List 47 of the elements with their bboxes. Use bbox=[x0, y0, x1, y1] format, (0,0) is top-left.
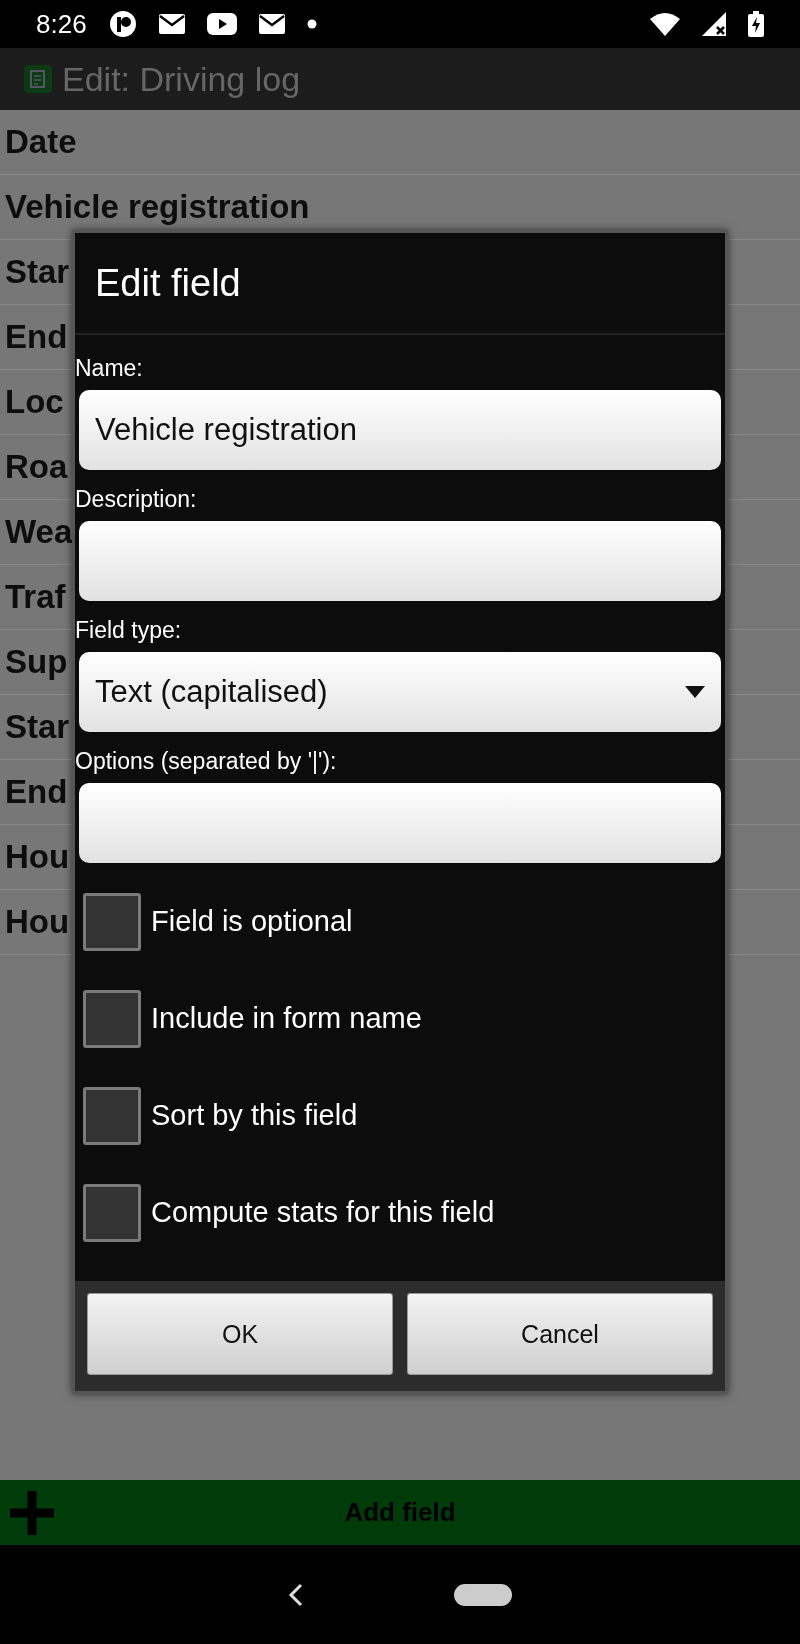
battery-icon bbox=[748, 11, 764, 37]
field-label: Options (separated by '|'): bbox=[75, 748, 338, 775]
dropdown[interactable]: Text (capitalised) bbox=[79, 652, 721, 732]
play-icon bbox=[206, 13, 237, 35]
notepad-icon bbox=[24, 65, 52, 93]
app-notification-icon bbox=[108, 10, 137, 38]
checkbox[interactable] bbox=[83, 989, 141, 1048]
signal-icon bbox=[702, 12, 726, 36]
clock: 8:26 bbox=[36, 8, 87, 40]
field-list-item[interactable]: Hou bbox=[5, 838, 70, 876]
field-list-item[interactable]: Loc bbox=[5, 383, 64, 421]
field-label: Description: bbox=[75, 486, 198, 513]
plus-icon bbox=[8, 1488, 56, 1537]
checkbox[interactable] bbox=[83, 892, 141, 951]
dialog-title: Edit field bbox=[95, 261, 241, 305]
checkbox[interactable] bbox=[83, 1183, 141, 1242]
dialog-button[interactable]: Cancel bbox=[407, 1293, 713, 1375]
mail-icon bbox=[158, 14, 185, 34]
field-label: Name: bbox=[75, 355, 144, 382]
screen-title: Edit: Driving log bbox=[62, 59, 301, 99]
field-list-item[interactable]: Vehicle registration bbox=[5, 188, 310, 226]
mail-icon bbox=[258, 14, 285, 34]
back-icon bbox=[288, 1582, 304, 1607]
field-list-item[interactable]: Star bbox=[5, 253, 70, 291]
dialog-button[interactable]: OK bbox=[87, 1293, 393, 1375]
text-input[interactable] bbox=[79, 521, 721, 601]
text-input[interactable]: Vehicle registration bbox=[79, 390, 721, 470]
field-list-item[interactable]: Traf bbox=[5, 578, 66, 616]
field-list-item[interactable]: Star bbox=[5, 708, 70, 746]
field-label: Field type: bbox=[75, 617, 183, 644]
checkbox-label: Sort by this field bbox=[151, 1099, 358, 1132]
home-pill-icon bbox=[454, 1583, 512, 1606]
checkbox-label: Include in form name bbox=[151, 1002, 422, 1035]
field-list-item[interactable]: Sup bbox=[5, 643, 68, 681]
field-list-item[interactable]: Wea bbox=[5, 513, 73, 551]
text-input[interactable] bbox=[79, 783, 721, 863]
wifi-icon bbox=[650, 12, 680, 36]
field-list-item[interactable]: Hou bbox=[5, 903, 70, 941]
dropdown-arrow-icon bbox=[685, 686, 705, 698]
field-list-item[interactable]: End bbox=[5, 318, 68, 356]
checkbox-label: Compute stats for this field bbox=[151, 1196, 495, 1229]
field-list-item[interactable]: End bbox=[5, 773, 68, 811]
field-list-item[interactable]: Roa bbox=[5, 448, 68, 486]
dot-icon bbox=[306, 19, 317, 29]
checkbox-label: Field is optional bbox=[151, 905, 353, 938]
field-list-item[interactable]: Date bbox=[5, 123, 77, 161]
checkbox[interactable] bbox=[83, 1086, 141, 1145]
